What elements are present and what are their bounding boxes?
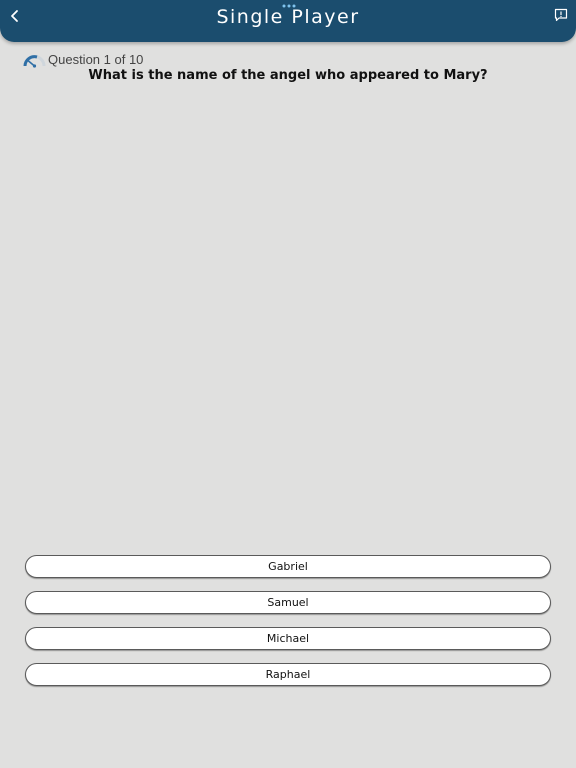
answer-button-michael[interactable]: Michael	[25, 627, 551, 650]
question-text: What is the name of the angel who appear…	[88, 68, 488, 83]
header-bar: Single Player	[0, 0, 576, 42]
answer-list: Gabriel Samuel Michael Raphael	[25, 555, 551, 699]
page-title: Single Player	[216, 6, 360, 28]
answer-button-raphael[interactable]: Raphael	[25, 663, 551, 686]
speedometer-icon	[23, 55, 46, 68]
question-progress: Question 1 of 10	[48, 52, 144, 67]
answer-button-gabriel[interactable]: Gabriel	[25, 555, 551, 578]
feedback-button[interactable]	[553, 7, 569, 23]
answer-button-samuel[interactable]: Samuel	[25, 591, 551, 614]
feedback-icon	[554, 8, 568, 22]
